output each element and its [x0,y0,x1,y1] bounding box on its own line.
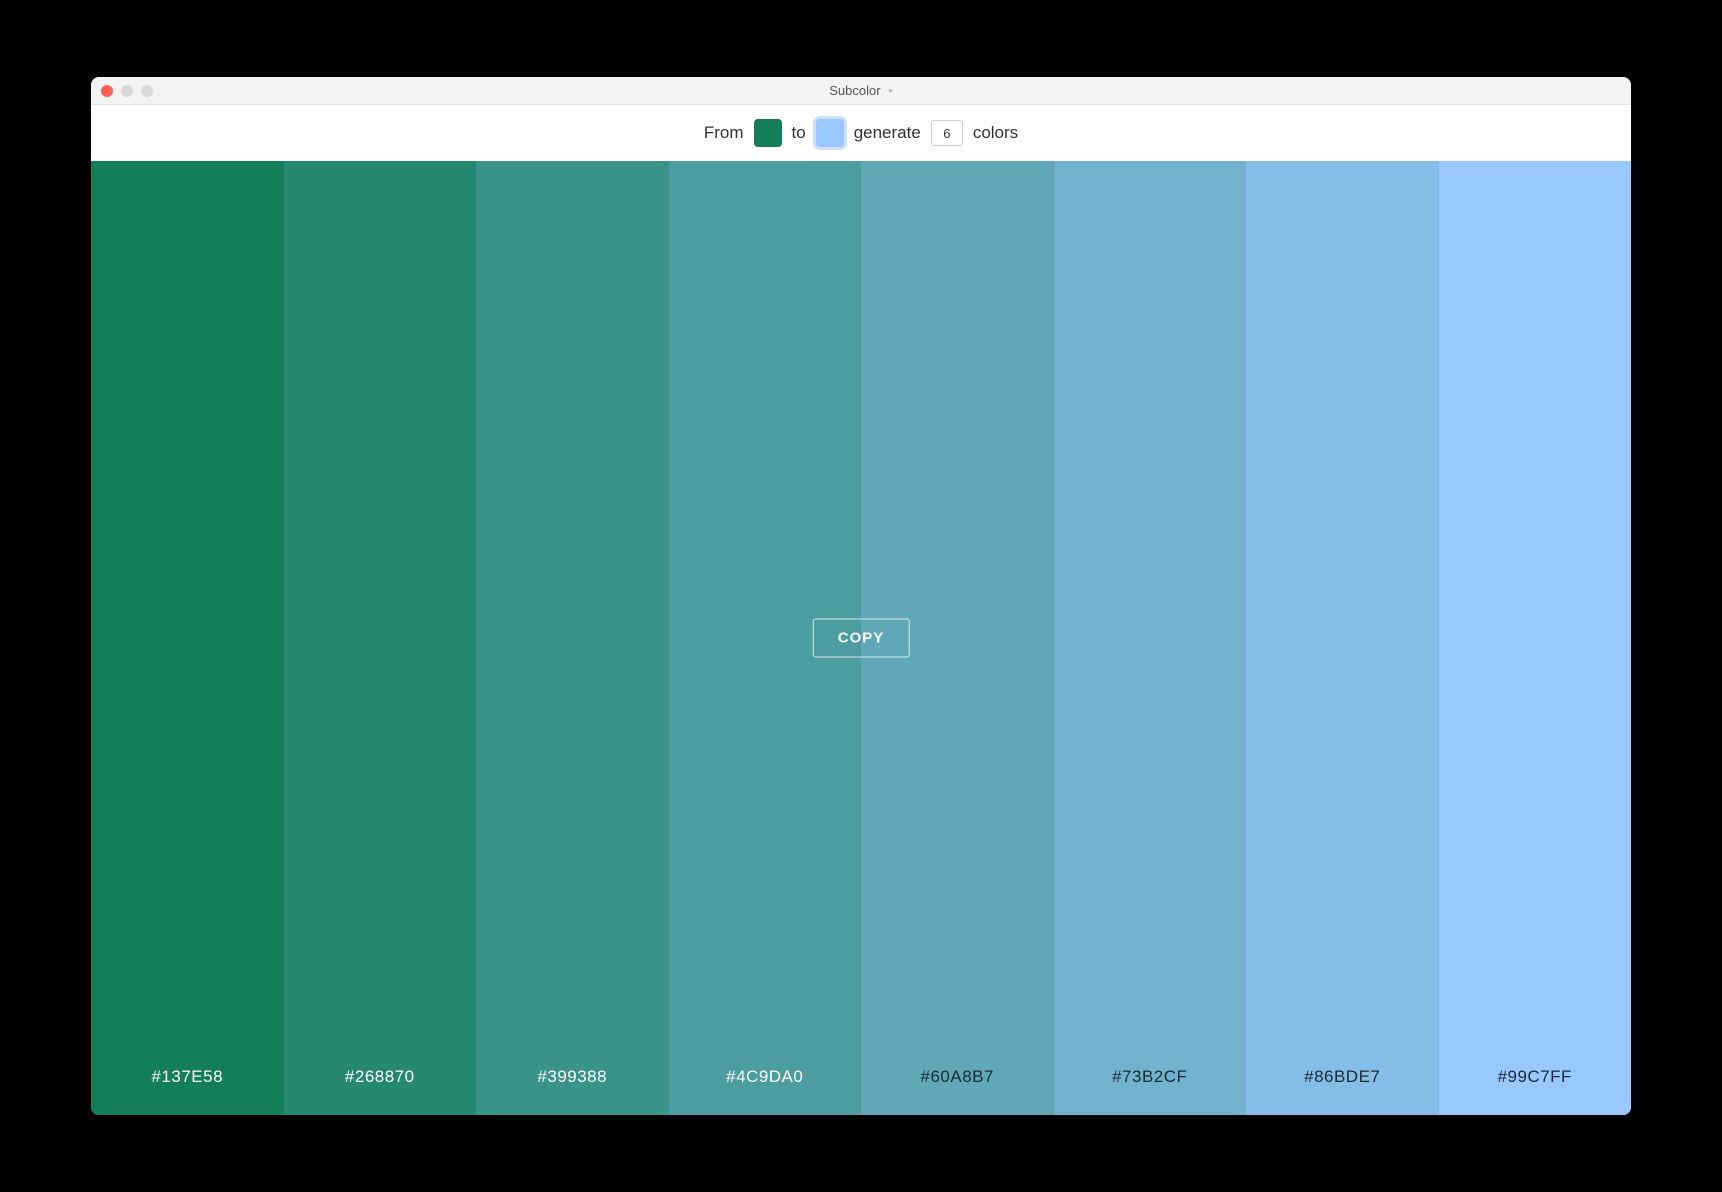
window-title: Subcolor • [91,83,1631,98]
palette-hex-label: #99C7FF [1498,1067,1572,1087]
palette-column[interactable]: #99C7FF [1439,161,1632,1115]
palette: #137E58 #268870 #399388 #4C9DA0 #60A8B7 #73B2… [91,161,1631,1115]
from-label: From [704,123,744,143]
generate-label: generate [854,123,921,143]
app-window: Subcolor • From to generate colors #137E… [91,77,1631,1115]
palette-column[interactable]: #137E58 [91,161,284,1115]
palette-column[interactable]: #73B2CF [1054,161,1247,1115]
palette-hex-label: #4C9DA0 [726,1067,803,1087]
from-color-swatch[interactable] [754,119,782,147]
minimize-window-button[interactable] [121,85,133,97]
copy-button[interactable]: COPY [813,619,910,658]
to-label: to [792,123,806,143]
palette-hex-label: #399388 [537,1067,607,1087]
close-window-button[interactable] [101,85,113,97]
palette-column[interactable]: #268870 [284,161,477,1115]
palette-hex-label: #137E58 [151,1067,223,1087]
modified-indicator-icon: • [888,83,893,98]
toolbar: From to generate colors [91,105,1631,161]
palette-column[interactable]: #399388 [476,161,669,1115]
palette-hex-label: #86BDE7 [1304,1067,1380,1087]
titlebar: Subcolor • [91,77,1631,105]
window-title-text: Subcolor [829,83,880,98]
palette-hex-label: #73B2CF [1112,1067,1187,1087]
to-color-swatch[interactable] [816,119,844,147]
count-input[interactable] [931,120,963,146]
palette-column[interactable]: #86BDE7 [1246,161,1439,1115]
zoom-window-button[interactable] [141,85,153,97]
colors-label: colors [973,123,1018,143]
palette-hex-label: #60A8B7 [921,1067,994,1087]
traffic-lights [101,85,153,97]
palette-hex-label: #268870 [345,1067,415,1087]
